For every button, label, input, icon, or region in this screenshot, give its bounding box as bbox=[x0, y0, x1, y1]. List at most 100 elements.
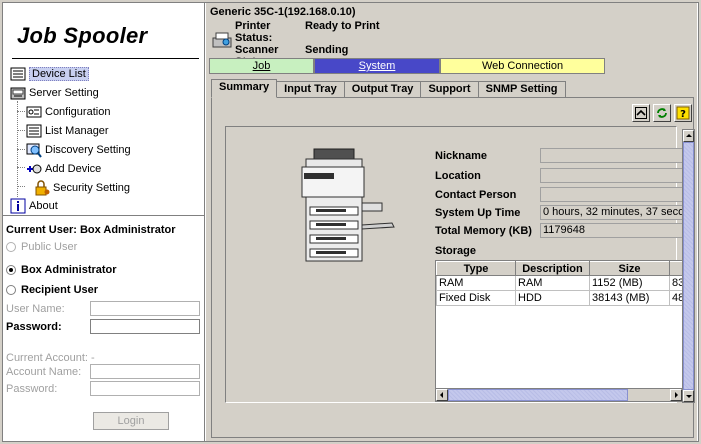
tab-label: Web Connection bbox=[481, 60, 564, 72]
tree-item-security-setting[interactable]: Security Setting bbox=[34, 179, 130, 197]
tab-summary[interactable]: Summary bbox=[211, 79, 278, 98]
radio-selected-icon bbox=[6, 265, 16, 275]
tab-support[interactable]: Support bbox=[420, 81, 479, 98]
tree-item-label: Security Setting bbox=[53, 182, 131, 194]
chevron-up-icon bbox=[635, 107, 647, 119]
tree-item-configuration[interactable]: Configuration bbox=[26, 103, 110, 121]
recipient-user-radio[interactable]: Recipient User bbox=[6, 284, 98, 296]
refresh-icon bbox=[657, 108, 667, 118]
pane-divider bbox=[204, 3, 205, 441]
tab-snmp-setting[interactable]: SNMP Setting bbox=[477, 81, 566, 98]
tab-output-tray[interactable]: Output Tray bbox=[343, 81, 422, 98]
collapse-button[interactable] bbox=[632, 104, 650, 122]
column-header[interactable]: Size bbox=[589, 261, 670, 276]
table-cell: 480 bbox=[669, 290, 682, 306]
table-cell: Fixed Disk bbox=[436, 290, 516, 306]
multifunction-printer-image bbox=[301, 148, 395, 262]
account-password-label: Password: bbox=[6, 383, 58, 395]
right-pane: Generic 35C-1(192.168.0.10) Printer Stat… bbox=[206, 3, 697, 441]
scroll-left-button[interactable] bbox=[436, 389, 448, 401]
tree-connector bbox=[17, 130, 25, 131]
radio-label: Public User bbox=[21, 241, 78, 253]
refresh-button[interactable] bbox=[653, 104, 671, 122]
scroll-down-button[interactable] bbox=[683, 390, 694, 402]
account-password-field[interactable] bbox=[90, 381, 200, 396]
contact-person-label: Contact Person bbox=[435, 189, 517, 201]
tree-connector bbox=[17, 167, 25, 168]
title-divider bbox=[12, 58, 199, 59]
summary-inner-panel: Nickname Location Contact Person System … bbox=[225, 126, 684, 403]
table-cell: HDD bbox=[515, 290, 590, 306]
column-header[interactable]: Type bbox=[436, 261, 516, 276]
password-label: Password: bbox=[6, 321, 62, 333]
table-row[interactable]: RAM RAM 1152 (MB) 836 bbox=[436, 275, 682, 291]
horizontal-scrollbar[interactable] bbox=[436, 388, 682, 401]
nickname-field bbox=[540, 148, 684, 163]
box-admin-radio[interactable]: Box Administrator bbox=[6, 264, 117, 276]
tree-connector bbox=[17, 149, 25, 150]
server-icon bbox=[10, 87, 26, 100]
svg-text:?: ? bbox=[680, 109, 686, 120]
tab-label: System bbox=[358, 60, 396, 72]
info-icon bbox=[10, 198, 26, 214]
tab-web-connection[interactable]: Web Connection bbox=[440, 58, 605, 74]
tree-item-server-setting[interactable]: Server Setting bbox=[10, 84, 99, 102]
printer-status-label: Printer Status: bbox=[235, 20, 273, 44]
current-account: Current Account: - bbox=[6, 352, 95, 364]
tab-job[interactable]: Job bbox=[209, 58, 314, 74]
printer-status-value: Ready to Print bbox=[305, 20, 380, 32]
discovery-icon bbox=[26, 143, 42, 158]
tree-item-device-list[interactable]: Device List bbox=[10, 65, 89, 83]
vertical-scrollbar[interactable] bbox=[682, 129, 695, 403]
radio-icon bbox=[6, 285, 16, 295]
tree-item-discovery-setting[interactable]: Discovery Setting bbox=[26, 141, 131, 159]
storage-table[interactable]: Type Description Size RAM RAM 1152 (MB) … bbox=[435, 260, 683, 402]
tree-item-label: Add Device bbox=[45, 163, 102, 175]
table-cell: 1152 (MB) bbox=[589, 275, 670, 291]
public-user-radio[interactable]: Public User bbox=[6, 241, 77, 253]
table-cell: 836 bbox=[669, 275, 682, 291]
arrow-up-icon bbox=[686, 134, 692, 137]
tree-item-label: Configuration bbox=[45, 106, 111, 118]
column-header[interactable]: Description bbox=[515, 261, 590, 276]
device-name: Generic 35C-1(192.168.0.10) bbox=[210, 6, 356, 18]
tree-item-label: About bbox=[29, 200, 58, 212]
account-name-label: Account Name: bbox=[6, 366, 82, 378]
scroll-up-button[interactable] bbox=[683, 130, 694, 142]
user-name-field[interactable] bbox=[90, 301, 200, 316]
account-name-field[interactable] bbox=[90, 364, 200, 379]
login-button[interactable]: Login bbox=[93, 412, 169, 430]
password-field[interactable] bbox=[90, 319, 200, 334]
nickname-label: Nickname bbox=[435, 150, 487, 162]
scroll-thumb[interactable] bbox=[683, 142, 694, 390]
configuration-icon bbox=[26, 106, 42, 118]
table-row[interactable]: Fixed Disk HDD 38143 (MB) 480 bbox=[436, 290, 682, 306]
tree-item-list-manager[interactable]: List Manager bbox=[26, 122, 109, 140]
scroll-right-button[interactable] bbox=[670, 389, 682, 401]
radio-icon bbox=[6, 242, 16, 252]
left-pane: Job Spooler Device List Server Setting C… bbox=[3, 3, 204, 441]
add-device-icon bbox=[27, 164, 42, 174]
arrow-down-icon bbox=[686, 395, 692, 398]
help-icon: ? bbox=[676, 106, 690, 120]
tree-connector bbox=[17, 186, 25, 187]
tree-item-add-device[interactable]: Add Device bbox=[26, 160, 101, 178]
tab-input-tray[interactable]: Input Tray bbox=[276, 81, 345, 98]
table-cell: 38143 (MB) bbox=[589, 290, 670, 306]
tab-system[interactable]: System bbox=[314, 58, 440, 74]
sub-tab-bar: Summary Input Tray Output Tray Support S… bbox=[211, 79, 566, 98]
table-cell: RAM bbox=[436, 275, 516, 291]
column-header[interactable] bbox=[669, 261, 682, 276]
tree-item-about[interactable]: About bbox=[10, 197, 58, 215]
summary-panel: ? Nickname Location Contact Person Syste… bbox=[211, 97, 695, 438]
help-button[interactable]: ? bbox=[674, 104, 692, 122]
contact-person-field bbox=[540, 187, 684, 202]
security-icon bbox=[35, 180, 50, 196]
device-list-icon bbox=[10, 67, 26, 81]
tree-item-label: Server Setting bbox=[29, 87, 99, 99]
scroll-thumb[interactable] bbox=[448, 389, 628, 401]
printer-status-icon bbox=[212, 32, 232, 48]
arrow-right-icon bbox=[675, 392, 678, 398]
tab-label: Job bbox=[252, 60, 271, 72]
uptime-field: 0 hours, 32 minutes, 37 seconds. bbox=[540, 205, 684, 220]
